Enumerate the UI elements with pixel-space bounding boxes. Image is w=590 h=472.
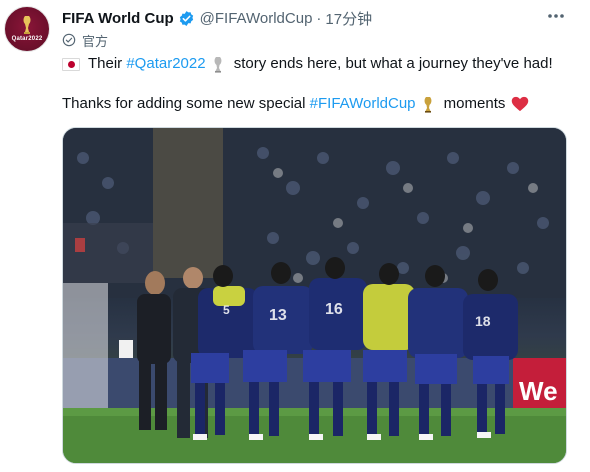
svg-text:5: 5: [223, 303, 230, 317]
tweet-text-segment: Thanks for adding some new special: [62, 95, 310, 112]
trophy-icon: [23, 16, 31, 34]
timestamp[interactable]: 17分钟: [325, 8, 372, 29]
svg-text:We: We: [519, 376, 558, 406]
hashtag-qatar2022[interactable]: #Qatar2022: [126, 54, 205, 74]
official-label[interactable]: 官方: [62, 31, 108, 49]
japan-flag-icon: [62, 57, 80, 71]
tweet-text-segment: moments: [439, 95, 506, 112]
hashtag-fifaworldcup[interactable]: #FIFAWorldCup: [310, 94, 416, 114]
trophy-emoji-icon: [424, 96, 431, 113]
display-name[interactable]: FIFA World Cup: [62, 10, 174, 27]
avatar-wordmark: Qatar2022: [11, 36, 43, 42]
svg-text:18: 18: [475, 313, 491, 329]
official-label-icon: [62, 33, 76, 47]
team-huddle-photo: We 13 16 18 5: [63, 128, 566, 463]
official-label-text: 官方: [82, 33, 109, 49]
separator-dot: ·: [316, 9, 322, 27]
tweet-header: FIFA World Cup @FIFAWorldCup · 17分钟: [62, 7, 372, 29]
verified-badge-icon: [178, 10, 195, 27]
tweet-text-segment: story ends here, but what a journey they…: [229, 55, 553, 72]
svg-text:16: 16: [325, 301, 343, 318]
svg-text:13: 13: [269, 307, 287, 324]
tweet-text-segment: Their: [88, 55, 127, 72]
tweet-photo[interactable]: We 13 16 18 5: [62, 127, 567, 464]
tweet-card[interactable]: Qatar2022 FIFA World Cup @FIFAWorldCup ·…: [0, 0, 590, 472]
tweet-text-line1: Their #Qatar2022 story ends here, but wh…: [62, 54, 572, 74]
tweet-text-line2: Thanks for adding some new special #FIFA…: [62, 94, 572, 114]
red-heart-emoji-icon: [512, 96, 529, 112]
handle[interactable]: @FIFAWorldCup: [200, 10, 313, 27]
avatar[interactable]: Qatar2022: [4, 6, 50, 52]
trophy-emoji-icon: [214, 56, 222, 73]
more-options-icon[interactable]: [544, 6, 568, 26]
